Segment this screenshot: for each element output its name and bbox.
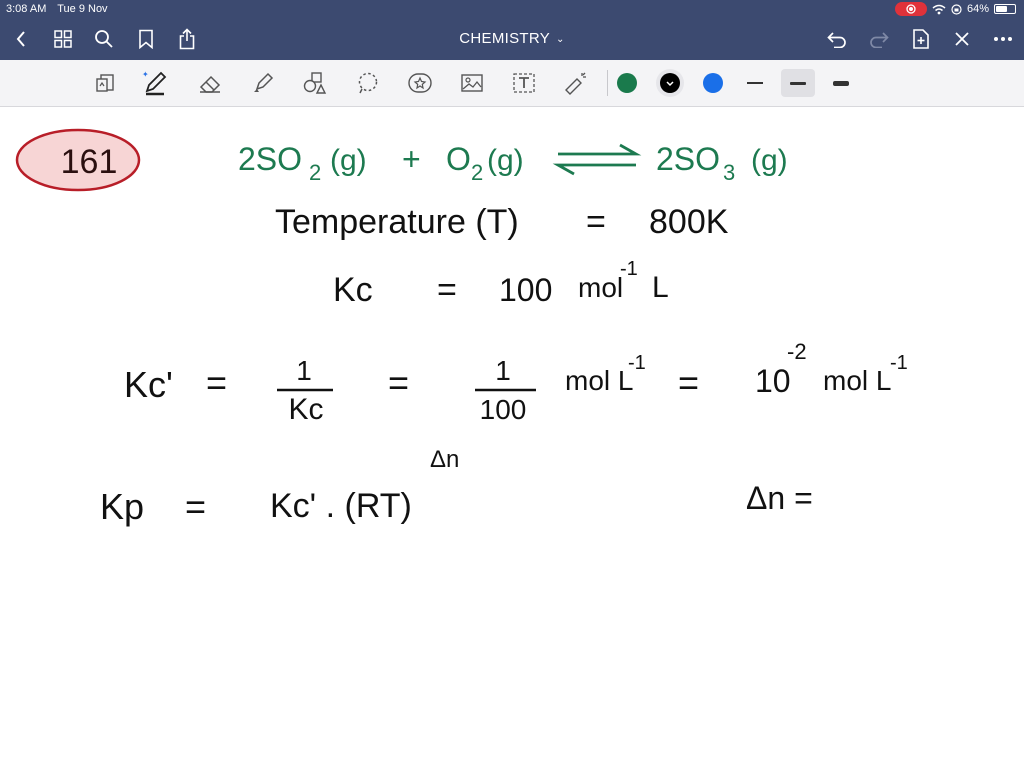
product-so3-state: (g) <box>751 144 788 177</box>
battery-icon <box>994 4 1016 14</box>
kc-prime-result: 10 <box>755 363 791 399</box>
chevron-down-icon <box>666 81 674 87</box>
reactant-o2: O <box>446 141 471 177</box>
status-date: Tue 9 Nov <box>57 3 108 15</box>
handwritten-notes: 161 2SO 2 (g) + O 2 (g) 2SO 3 (g) Temper… <box>15 128 908 527</box>
star-sticker-icon <box>408 73 432 93</box>
fraction-2-numerator: 1 <box>495 355 511 386</box>
status-time: 3:08 AM <box>6 3 47 15</box>
svg-text:✦: ✦ <box>142 70 149 79</box>
battery-percent: 64% <box>966 3 989 15</box>
eraser-tool[interactable] <box>196 69 224 97</box>
plus-sign: + <box>402 141 421 177</box>
medium-line-icon <box>790 81 806 85</box>
orientation-lock-icon <box>951 3 962 15</box>
close-icon <box>955 32 969 46</box>
undo-icon <box>827 32 846 48</box>
highlighter-icon <box>254 72 274 92</box>
sticker-tool[interactable] <box>406 69 434 97</box>
temperature-equals: = <box>586 203 606 241</box>
temperature-label: Temperature (T) <box>275 203 519 241</box>
kp-equals: = <box>185 486 206 527</box>
screen-recording-icon[interactable] <box>894 2 927 16</box>
undo-button[interactable] <box>824 26 850 52</box>
more-button[interactable] <box>990 26 1016 52</box>
shapes-icon <box>303 72 327 94</box>
status-left: 3:08 AM Tue 9 Nov <box>6 3 116 15</box>
reactant-o2-state: (g) <box>487 144 524 177</box>
reactant-so2-state: (g) <box>330 144 367 177</box>
status-right: 64% <box>894 2 1016 16</box>
kc-prime-result-unit-exponent: -1 <box>890 352 908 374</box>
lasso-icon <box>358 72 378 94</box>
pen-icon: ✦ <box>142 70 167 96</box>
reader-mode-tool[interactable] <box>91 69 119 97</box>
navigation-bar: CHEMISTRY ⌄ <box>0 18 1024 60</box>
note-canvas[interactable]: 161 2SO 2 (g) + O 2 (g) 2SO 3 (g) Temper… <box>0 107 1024 768</box>
add-page-icon <box>913 29 929 49</box>
color-swatch-blue[interactable] <box>703 73 723 93</box>
highlighter-tool[interactable] <box>249 69 277 97</box>
kc-prime-result-exponent: -2 <box>787 339 807 364</box>
reactant-so2: 2SO <box>238 141 302 177</box>
add-page-button[interactable] <box>908 26 934 52</box>
reaction-equation: 2SO 2 (g) + O 2 (g) 2SO 3 (g) <box>238 141 788 185</box>
image-tool[interactable] <box>458 69 486 97</box>
fraction-1-denominator: Kc <box>288 393 323 426</box>
status-bar: 3:08 AM Tue 9 Nov 64% <box>0 0 1024 18</box>
laser-pointer-tool[interactable] <box>561 69 589 97</box>
product-so3-subscript: 3 <box>723 160 735 185</box>
equilibrium-arrow <box>552 143 642 176</box>
pen-tool[interactable]: ✦ <box>141 69 169 97</box>
product-so3: 2SO <box>656 141 720 177</box>
fraction-1-numerator: 1 <box>296 355 312 386</box>
chevron-down-icon: ⌄ <box>556 33 565 45</box>
kc-unit-mol: mol <box>578 272 623 303</box>
kc-prime-equals-1: = <box>206 362 227 403</box>
delta-n-label: Δn = <box>746 480 813 516</box>
wifi-icon <box>932 4 946 14</box>
kc-prime-equals-3: = <box>678 362 699 403</box>
kc-prime-equals-2: = <box>388 362 409 403</box>
kc-equals: = <box>437 271 457 309</box>
kc-prime-result-unit: mol L <box>823 365 891 396</box>
stroke-width-thin[interactable] <box>738 69 772 97</box>
kp-exponent: Δn <box>430 446 459 473</box>
question-number: 161 <box>61 143 118 181</box>
kc-unit-exponent: -1 <box>620 258 638 280</box>
color-swatch-green[interactable] <box>617 73 637 93</box>
kc-value: 100 <box>499 272 552 308</box>
reactant-so2-subscript: 2 <box>309 160 321 185</box>
kp-expression: Kc' . (RT) <box>270 487 412 525</box>
redo-icon <box>870 32 889 48</box>
thin-line-icon <box>747 82 763 84</box>
fraction-2-unit: mol L <box>565 365 633 396</box>
reactant-o2-subscript: 2 <box>471 160 483 185</box>
kc-prime-label: Kc' <box>124 364 173 405</box>
kc-label: Kc <box>333 271 373 309</box>
shapes-tool[interactable] <box>301 69 329 97</box>
kp-label: Kp <box>100 486 144 527</box>
redo-button[interactable] <box>866 26 892 52</box>
eraser-icon <box>199 75 221 93</box>
reader-mode-icon <box>96 74 114 92</box>
close-toolbar-button[interactable] <box>949 26 975 52</box>
lasso-tool[interactable] <box>354 69 382 97</box>
toolbar-separator <box>607 70 608 96</box>
color-swatch-black[interactable] <box>660 73 680 93</box>
text-tool[interactable] <box>510 69 538 97</box>
more-icon <box>994 37 1012 41</box>
drawing-toolbar: ✦ <box>0 60 1024 107</box>
stroke-width-thick[interactable] <box>824 69 858 97</box>
laser-pointer-icon <box>565 72 586 95</box>
image-icon <box>461 74 483 92</box>
fraction-2-unit-exponent: -1 <box>628 352 646 374</box>
thick-line-icon <box>833 80 849 86</box>
text-box-icon <box>513 73 535 93</box>
fraction-2-denominator: 100 <box>480 394 527 425</box>
stroke-width-medium[interactable] <box>781 69 815 97</box>
kc-unit-l: L <box>652 271 669 304</box>
temperature-value: 800K <box>649 203 729 241</box>
document-title-text: CHEMISTRY <box>459 30 551 47</box>
